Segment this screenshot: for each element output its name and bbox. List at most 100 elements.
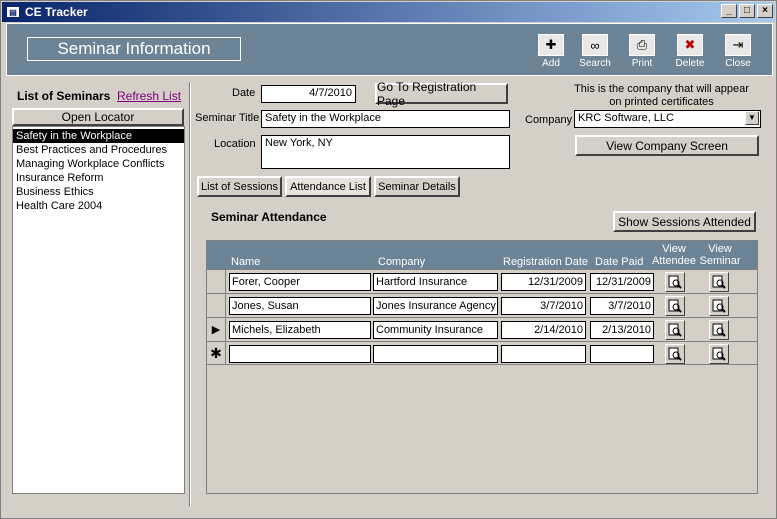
attendee-company-field[interactable]: Community Insurance xyxy=(373,321,498,339)
registration-date-field[interactable] xyxy=(501,345,586,363)
seminar-list-item[interactable]: Insurance Reform xyxy=(13,171,184,185)
table-row[interactable]: Jones, Susan Jones Insurance Agency 3/7/… xyxy=(207,293,757,317)
seminar-list-item[interactable]: Safety in the Workplace xyxy=(13,129,184,143)
magnifier-icon xyxy=(668,323,682,337)
col-company: Company xyxy=(378,256,426,268)
tab-seminar-details[interactable]: Seminar Details xyxy=(374,176,460,197)
show-sessions-attended-button[interactable]: Show Sessions Attended xyxy=(613,211,756,232)
add-icon: ✚ xyxy=(538,34,564,56)
view-attendee-button[interactable] xyxy=(665,344,685,364)
table-row-new[interactable]: ✱ xyxy=(207,341,757,365)
location-label: Location xyxy=(214,138,256,150)
row-selector[interactable]: ✱ xyxy=(207,342,226,365)
view-attendee-button[interactable] xyxy=(665,272,685,292)
row-selector[interactable] xyxy=(207,294,226,317)
date-paid-field[interactable]: 2/13/2010 xyxy=(590,321,654,339)
registration-date-field[interactable]: 2/14/2010 xyxy=(501,321,586,339)
seminar-list[interactable]: Safety in the Workplace Best Practices a… xyxy=(12,126,185,494)
delete-label: Delete xyxy=(675,58,705,69)
minimize-button[interactable]: _ xyxy=(721,4,737,18)
company-select[interactable]: KRC Software, LLC xyxy=(574,110,761,128)
location-field[interactable]: New York, NY xyxy=(261,135,510,169)
app-window: ▤ CE Tracker _ □ × Seminar Information ✚… xyxy=(0,0,777,519)
table-row[interactable]: ▶ Michels, Elizabeth Community Insurance… xyxy=(207,317,757,341)
seminar-title-field[interactable]: Safety in the Workplace xyxy=(261,110,510,128)
binoculars-icon: ∞ xyxy=(582,34,608,56)
page-title: Seminar Information xyxy=(27,37,241,61)
col-view-seminar: View Seminar xyxy=(699,243,741,267)
view-attendee-button[interactable] xyxy=(665,296,685,316)
magnifier-icon xyxy=(668,275,682,289)
magnifier-icon xyxy=(668,347,682,361)
go-to-registration-button[interactable]: Go To Registration Page xyxy=(375,80,508,108)
delete-button[interactable]: ✖ Delete xyxy=(670,34,710,69)
view-seminar-button[interactable] xyxy=(709,320,729,340)
open-locator-button[interactable]: Open Locator xyxy=(12,108,184,126)
attendee-name-field[interactable]: Michels, Elizabeth xyxy=(229,321,371,339)
attendance-title: Seminar Attendance xyxy=(211,210,327,224)
table-row[interactable]: Forer, Cooper Hartford Insurance 12/31/2… xyxy=(207,269,757,293)
attendee-company-field[interactable]: Hartford Insurance xyxy=(373,273,498,291)
date-paid-field[interactable]: 12/31/2009 xyxy=(590,273,654,291)
seminar-list-item[interactable]: Business Ethics xyxy=(13,185,184,199)
row-selector[interactable] xyxy=(207,270,226,293)
col-registration-date: Registration Date xyxy=(503,256,588,268)
date-paid-field[interactable] xyxy=(590,345,654,363)
date-label: Date xyxy=(232,87,256,99)
row-selector[interactable]: ▶ xyxy=(207,318,226,341)
chevron-down-icon[interactable]: ▼ xyxy=(745,111,759,125)
date-field[interactable]: 4/7/2010 xyxy=(261,85,356,103)
close-label: Close xyxy=(725,58,751,69)
view-attendee-button[interactable] xyxy=(665,320,685,340)
attendee-company-field[interactable] xyxy=(373,345,498,363)
attendance-grid: Name Company Registration Date Date Paid… xyxy=(206,240,758,494)
seminar-title-label: Seminar Title xyxy=(195,112,260,124)
date-paid-field[interactable]: 3/7/2010 xyxy=(590,297,654,315)
seminar-list-title: List of Seminars xyxy=(17,89,111,103)
view-seminar-button[interactable] xyxy=(709,344,729,364)
close-button[interactable]: ⇥ Close xyxy=(718,34,758,69)
view-company-screen-button[interactable]: View Company Screen xyxy=(575,135,759,156)
close-door-icon: ⇥ xyxy=(725,34,751,56)
printer-icon: ⎙ xyxy=(629,34,655,56)
col-name: Name xyxy=(231,256,261,268)
tab-list-of-sessions[interactable]: List of Sessions xyxy=(197,176,282,197)
window-controls: _ □ × xyxy=(721,4,773,18)
magnifier-icon xyxy=(712,347,726,361)
seminar-list-item[interactable]: Health Care 2004 xyxy=(13,199,184,213)
print-button[interactable]: ⎙ Print xyxy=(622,34,662,69)
add-label: Add xyxy=(542,58,560,69)
view-seminar-button[interactable] xyxy=(709,272,729,292)
search-button[interactable]: ∞ Search xyxy=(575,34,615,69)
maximize-button[interactable]: □ xyxy=(739,4,755,18)
search-label: Search xyxy=(579,58,611,69)
window-title: CE Tracker xyxy=(25,5,88,19)
magnifier-icon xyxy=(712,323,726,337)
grid-header: Name Company Registration Date Date Paid… xyxy=(207,241,757,269)
registration-date-field[interactable]: 3/7/2010 xyxy=(501,297,586,315)
panel-divider xyxy=(189,82,191,506)
company-label: Company xyxy=(525,114,573,126)
magnifier-icon xyxy=(712,275,726,289)
view-seminar-button[interactable] xyxy=(709,296,729,316)
col-view-attendee: View Attendee xyxy=(651,243,697,267)
seminar-list-item[interactable]: Best Practices and Procedures xyxy=(13,143,184,157)
print-label: Print xyxy=(631,58,653,69)
refresh-list-link[interactable]: Refresh List xyxy=(117,89,181,103)
attendee-name-field[interactable]: Jones, Susan xyxy=(229,297,371,315)
add-button[interactable]: ✚ Add xyxy=(531,34,571,69)
form-header: Seminar Information ✚ Add ∞ Search ⎙ Pri… xyxy=(6,23,773,76)
attendee-name-field[interactable]: Forer, Cooper xyxy=(229,273,371,291)
close-window-button[interactable]: × xyxy=(757,4,773,18)
tab-attendance-list[interactable]: Attendance List xyxy=(285,176,371,197)
seminar-list-panel: List of Seminars Refresh List Open Locat… xyxy=(11,86,185,494)
attendee-name-field[interactable] xyxy=(229,345,371,363)
col-date-paid: Date Paid xyxy=(595,256,644,268)
seminar-list-item[interactable]: Managing Workplace Conflicts xyxy=(13,157,184,171)
title-bar: ▤ CE Tracker _ □ × xyxy=(2,2,775,22)
delete-icon: ✖ xyxy=(677,34,703,56)
attendee-company-field[interactable]: Jones Insurance Agency xyxy=(373,297,498,315)
registration-date-field[interactable]: 12/31/2009 xyxy=(501,273,586,291)
company-note: This is the company that will appear on … xyxy=(574,83,749,108)
magnifier-icon xyxy=(712,299,726,313)
